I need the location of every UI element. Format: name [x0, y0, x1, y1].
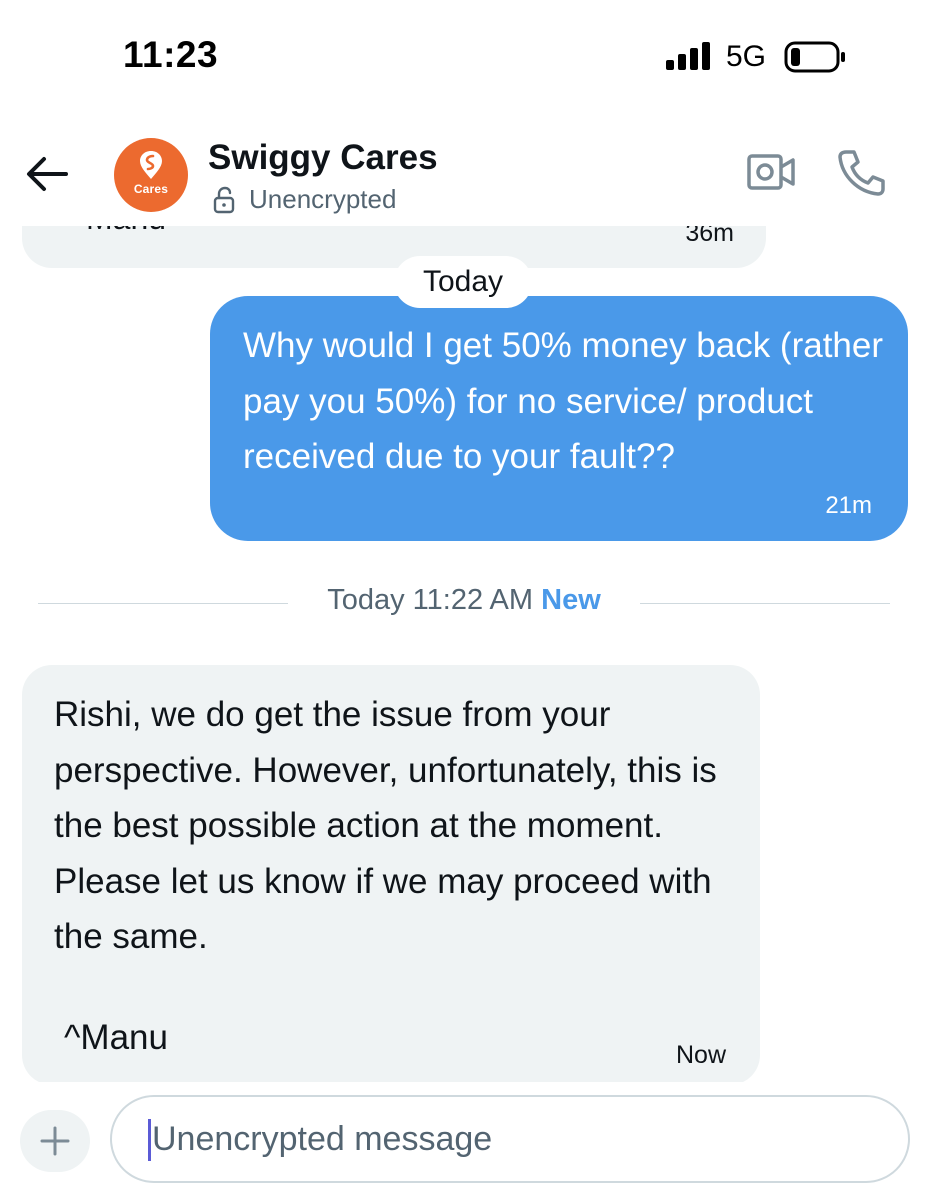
- battery-icon: [784, 41, 845, 73]
- message-list[interactable]: Manu 36m Why would I get 50% money back …: [0, 226, 928, 1082]
- sent-message-time: 21m: [825, 492, 872, 519]
- message-composer[interactable]: [110, 1095, 910, 1183]
- previous-message-bubble[interactable]: Manu 36m: [22, 226, 766, 268]
- received-message-text: Rishi, we do get the issue from your per…: [54, 695, 717, 956]
- sent-message-bubble[interactable]: Why would I get 50% money back (rather p…: [210, 296, 908, 541]
- received-message-signature: ^Manu: [64, 1018, 168, 1057]
- received-message-time: Now: [675, 1041, 726, 1069]
- message-input[interactable]: [152, 1107, 872, 1171]
- signal-bars-icon: [666, 42, 710, 70]
- arrow-left-icon[interactable]: [24, 154, 70, 194]
- video-call-icon[interactable]: [746, 150, 796, 194]
- date-chip: Today: [394, 256, 532, 308]
- status-time: 11:23: [123, 34, 219, 75]
- previous-message-signature: Manu: [86, 226, 166, 237]
- add-attachment-button[interactable]: [20, 1110, 90, 1172]
- avatar-label: Cares: [133, 182, 169, 196]
- divider-label: Today 11:22 AM: [327, 584, 534, 616]
- conversation-title[interactable]: Swiggy Cares: [208, 138, 438, 178]
- text-caret: [148, 1119, 151, 1161]
- encryption-status: Unencrypted: [249, 184, 397, 214]
- previous-message-time: 36m: [685, 226, 734, 247]
- phone-call-icon[interactable]: [836, 148, 888, 198]
- sent-message-text: Why would I get 50% money back (rather p…: [243, 326, 884, 476]
- plus-icon: [40, 1126, 70, 1156]
- new-messages-divider: Today 11:22 AM New: [0, 584, 928, 617]
- dm-conversation-screen: 11:23 5G Cares Swiggy Cares Unencrypted: [0, 0, 928, 1200]
- avatar[interactable]: Cares: [114, 138, 188, 212]
- unlocked-padlock-icon: [213, 186, 235, 214]
- swiggy-logo-icon: [140, 151, 162, 179]
- received-message-bubble[interactable]: Rishi, we do get the issue from your per…: [22, 665, 760, 1082]
- network-type: 5G: [726, 40, 767, 73]
- new-badge: New: [541, 584, 601, 616]
